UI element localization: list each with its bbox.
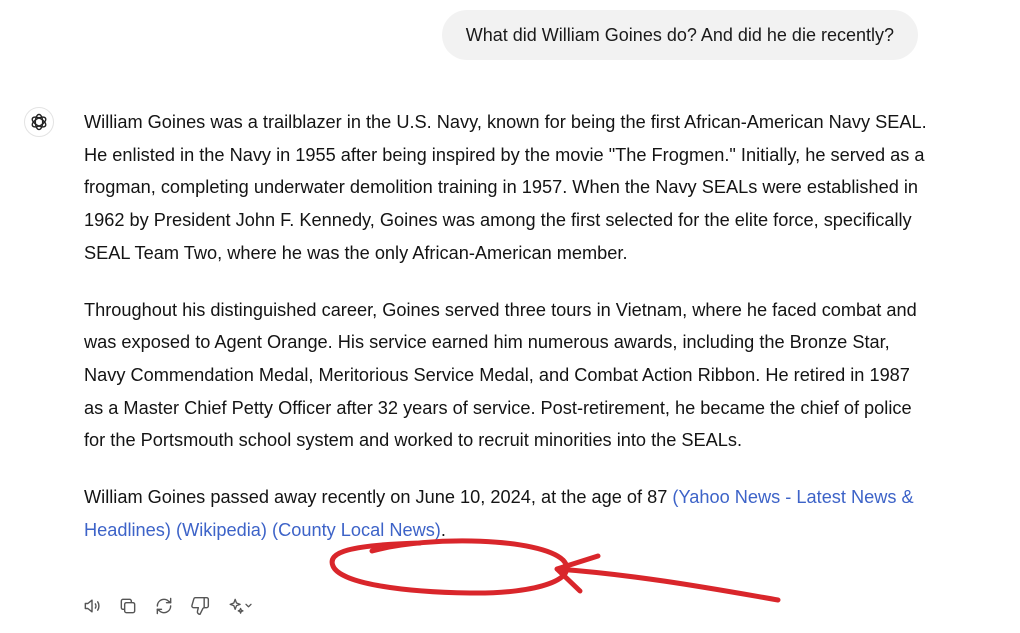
citation-county-local-news-link[interactable]: (County Local News) bbox=[272, 520, 441, 540]
chatgpt-logo-icon bbox=[24, 107, 54, 137]
copy-icon[interactable] bbox=[116, 594, 140, 618]
sparkle-model-icon[interactable] bbox=[224, 594, 258, 618]
read-aloud-icon[interactable] bbox=[80, 594, 104, 618]
regenerate-icon[interactable] bbox=[152, 594, 176, 618]
response-paragraph-3-text: William Goines passed away recently on J… bbox=[84, 487, 673, 508]
assistant-response: William Goines was a trailblazer in the … bbox=[84, 106, 934, 570]
response-paragraph-2: Throughout his distinguished career, Goi… bbox=[84, 299, 917, 451]
thumbs-down-icon[interactable] bbox=[188, 594, 212, 618]
user-message-bubble: What did William Goines do? And did he d… bbox=[441, 10, 918, 60]
user-message-text: What did William Goines do? And did he d… bbox=[465, 24, 894, 45]
citation-wikipedia-link[interactable]: (Wikipedia) bbox=[176, 520, 267, 540]
response-paragraph-3: William Goines passed away recently on J… bbox=[84, 481, 934, 546]
response-paragraph-1: William Goines was a trailblazer in the … bbox=[84, 112, 927, 263]
sentence-period: . bbox=[440, 519, 446, 540]
message-action-bar bbox=[80, 594, 258, 618]
